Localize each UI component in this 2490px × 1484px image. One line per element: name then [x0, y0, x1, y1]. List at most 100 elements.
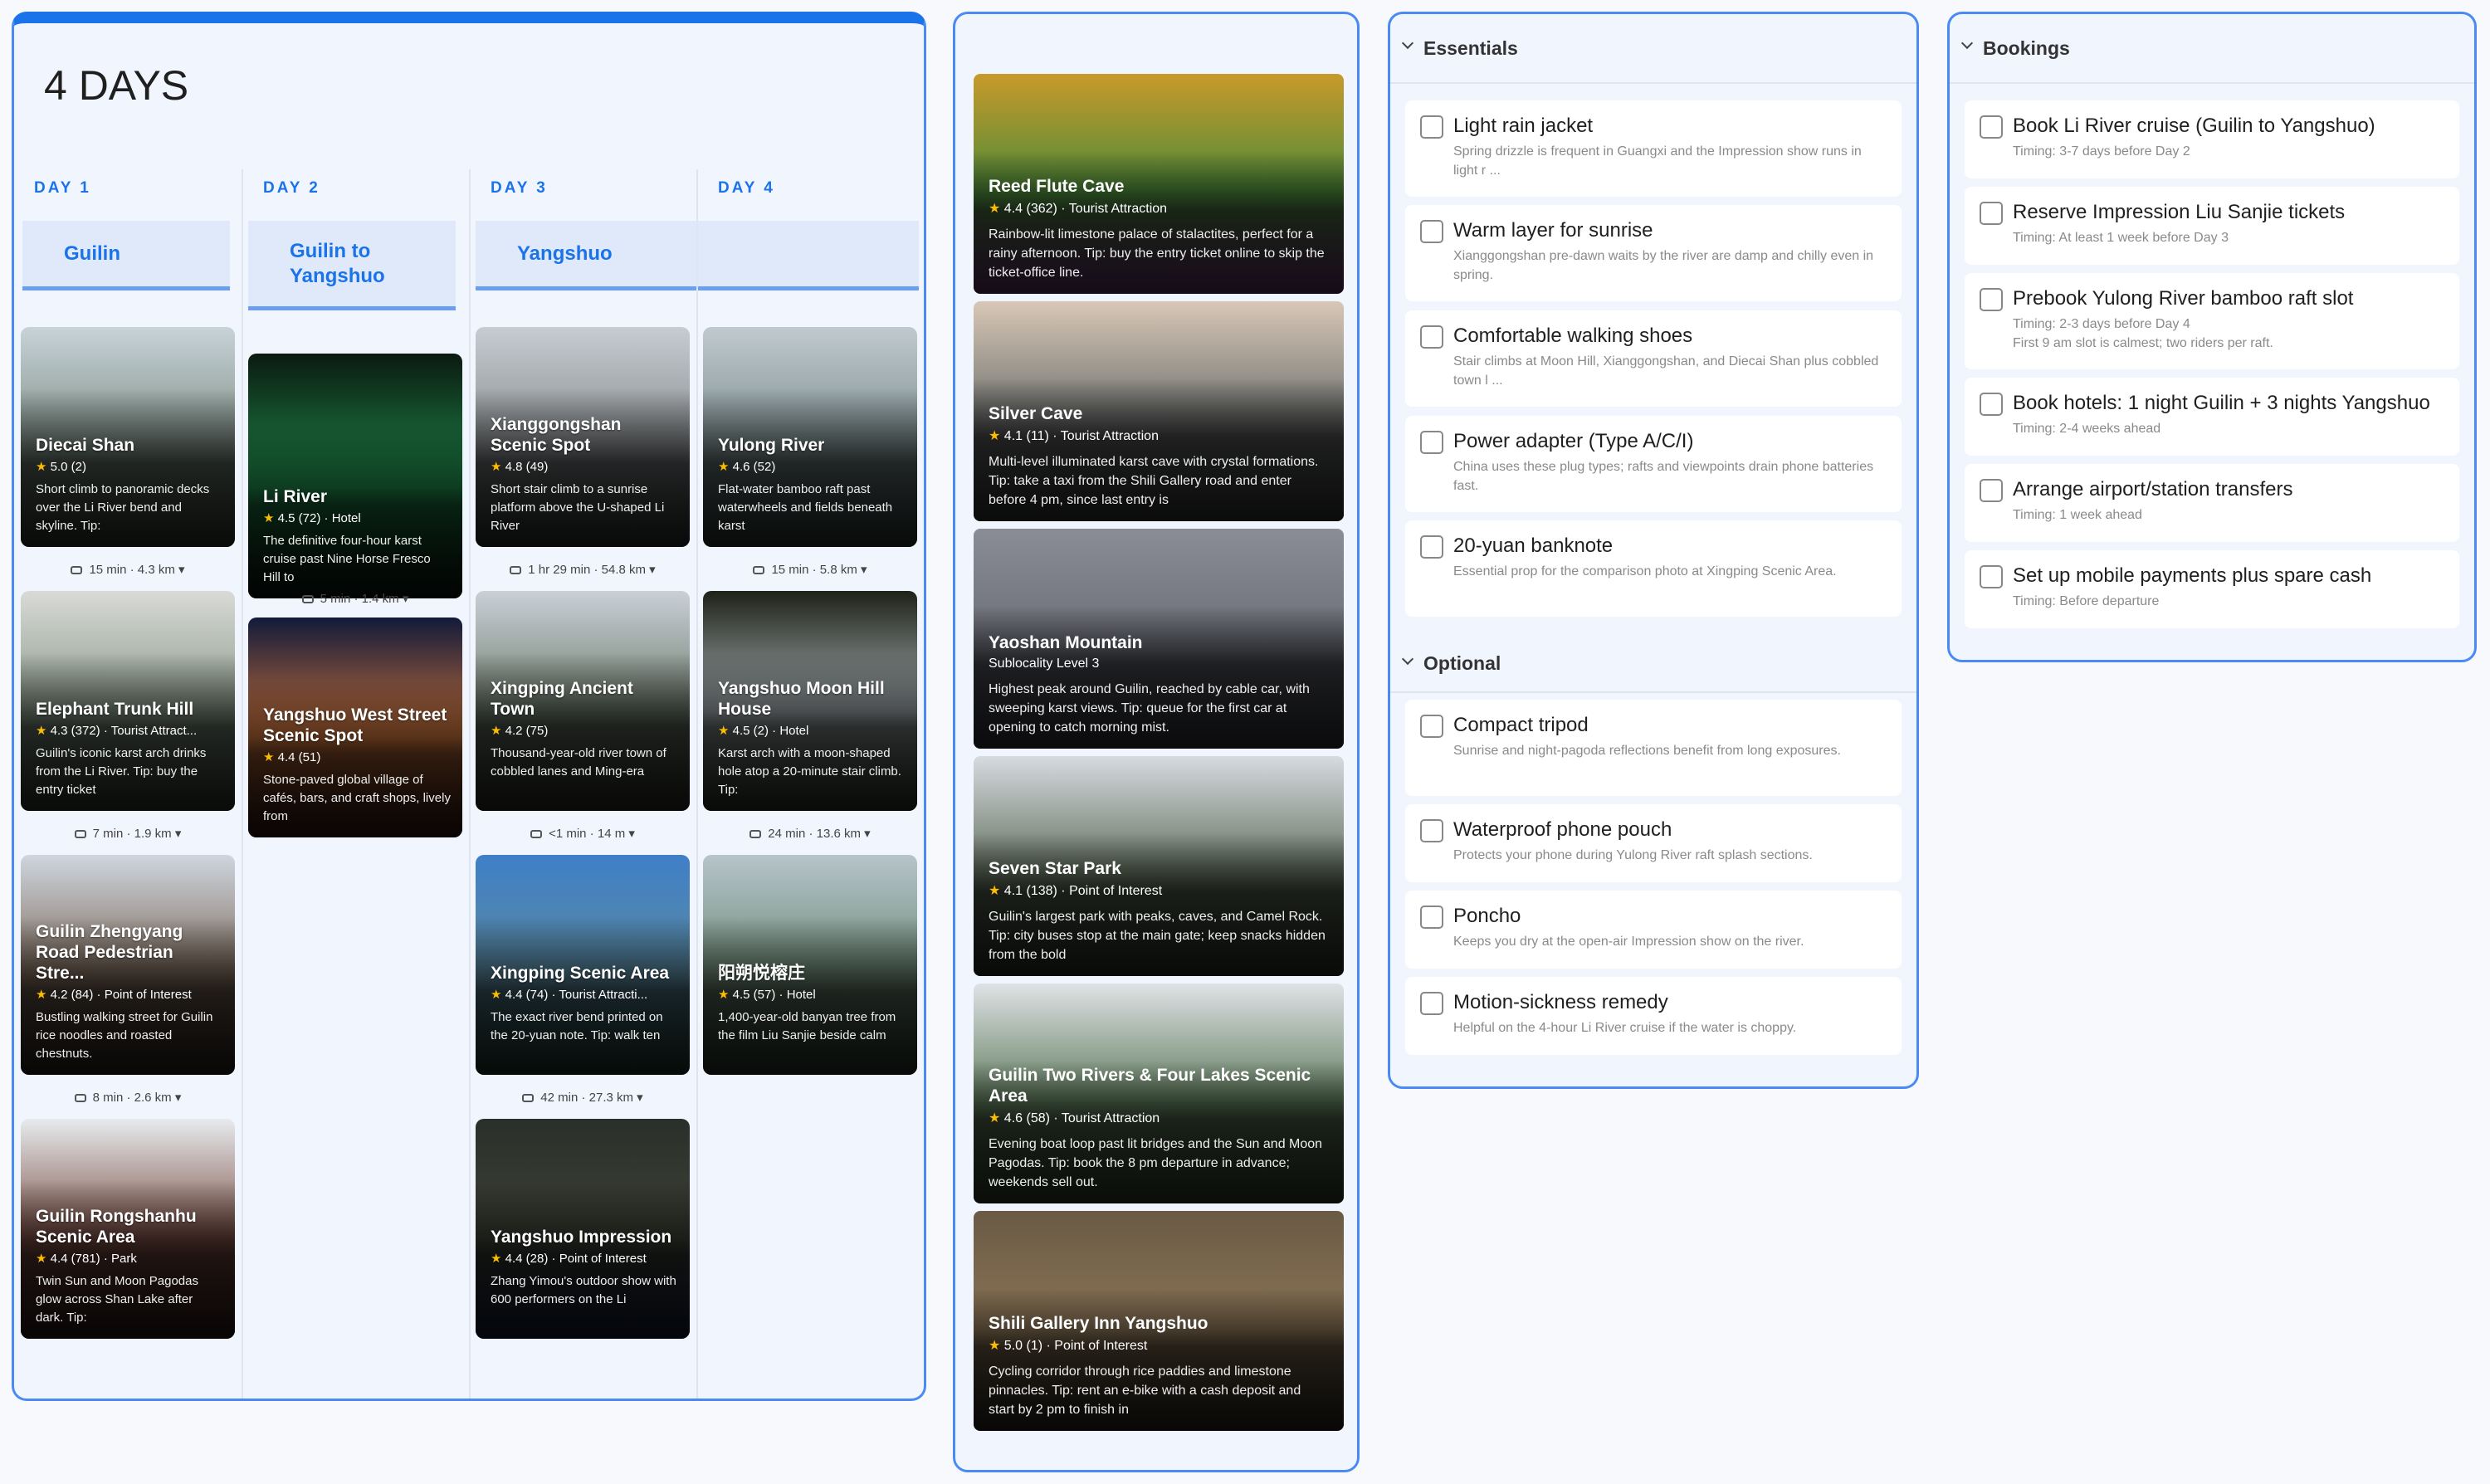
- day-label: DAY 1: [34, 179, 91, 197]
- checkbox[interactable]: [1420, 992, 1443, 1015]
- suggestion-card[interactable]: Seven Star Park ★ 4.1 (138) · Point of In…: [974, 756, 1344, 976]
- item-title: Light rain jacket: [1453, 115, 1594, 137]
- place-card[interactable]: Xingping Scenic Area ★ 4.4 (74) · Tourist…: [476, 855, 690, 1075]
- place-meta: ★ 4.2 (75): [491, 723, 678, 738]
- region-header[interactable]: Guilin: [22, 221, 230, 290]
- checklist-item[interactable]: Book Li River cruise (Guilin to Yangshuo…: [1965, 100, 2459, 178]
- review-count: (372): [71, 724, 100, 738]
- place-card[interactable]: Li River ★ 4.5 (72) · Hotel The definitive…: [248, 354, 462, 598]
- travel-info[interactable]: 15 min · 4.3 km ▾: [21, 562, 235, 577]
- place-card[interactable]: Guilin Rongshanhu Scenic Area ★ 4.4 (781)…: [21, 1119, 235, 1339]
- checkbox[interactable]: [1980, 288, 2003, 311]
- place-card[interactable]: Yangshuo Moon Hill House ★ 4.5 (2) · Hote…: [703, 591, 917, 811]
- place-card[interactable]: Xianggongshan Scenic Spot ★ 4.8 (49) Short…: [476, 327, 690, 547]
- rating: 4.4: [505, 1252, 523, 1266]
- item-title: Waterproof phone pouch: [1453, 818, 1672, 841]
- checklist-item[interactable]: Set up mobile payments plus spare cash Ti…: [1965, 550, 2459, 628]
- place-card[interactable]: Yulong River ★ 4.6 (52) Flat-water bamboo …: [703, 327, 917, 547]
- checklist-item[interactable]: Comfortable walking shoes Stair climbs at…: [1405, 310, 1902, 407]
- item-subtitle: Timing: 1 week ahead: [2013, 508, 2142, 522]
- item-subtitle: Helpful on the 4-hour Li River cruise if…: [1453, 1021, 1797, 1035]
- suggestion-card[interactable]: Silver Cave ★ 4.1 (11) · Tourist Attracti…: [974, 301, 1344, 521]
- essentials-header[interactable]: Essentials: [1390, 14, 1916, 84]
- place-name: Yaoshan Mountain: [989, 633, 1143, 652]
- star-icon: ★: [989, 202, 1001, 216]
- travel-info[interactable]: 8 min · 2.6 km ▾: [21, 1090, 235, 1105]
- checklist-item[interactable]: Poncho Keeps you dry at the open-air Impr…: [1405, 891, 1902, 969]
- travel-info[interactable]: <1 min · 14 m ▾: [476, 826, 690, 841]
- checklist-item[interactable]: Power adapter (Type A/C/I) China uses the…: [1405, 416, 1902, 512]
- place-card[interactable]: Yangshuo West Street Scenic Spot ★ 4.4 (5…: [248, 618, 462, 837]
- rating: 4.4: [1003, 202, 1023, 216]
- checkbox[interactable]: [1420, 325, 1443, 349]
- checklist-item[interactable]: Prebook Yulong River bamboo raft slot Tim…: [1965, 273, 2459, 369]
- checkbox[interactable]: [1420, 906, 1443, 929]
- card-text: Guilin Zhengyang Road Pedestrian Stre...…: [36, 921, 223, 1063]
- review-count: (72): [298, 511, 321, 525]
- review-count: (2): [753, 724, 769, 738]
- place-name: Li River: [263, 487, 328, 506]
- travel-text: 5 min · 1.4 km: [320, 592, 399, 606]
- travel-info[interactable]: 5 min · 1.4 km ▾: [248, 591, 462, 606]
- checklist-item[interactable]: Motion-sickness remedy Helpful on the 4-h…: [1405, 977, 1902, 1055]
- checkbox[interactable]: [1420, 220, 1443, 243]
- travel-info[interactable]: 42 min · 27.3 km ▾: [476, 1090, 690, 1105]
- checkbox[interactable]: [1980, 565, 2003, 588]
- travel-info[interactable]: 7 min · 1.9 km ▾: [21, 826, 235, 841]
- day-column-3: DAY 3 Yangshuo Xianggongshan Scenic Spot…: [469, 169, 919, 1399]
- checkbox[interactable]: [1980, 115, 2003, 139]
- place-card[interactable]: Elephant Trunk Hill ★ 4.3 (372) · Tourist…: [21, 591, 235, 811]
- checkbox[interactable]: [1420, 535, 1443, 559]
- checklist-item[interactable]: Warm layer for sunrise Xianggongshan pre-…: [1405, 205, 1902, 301]
- checkbox[interactable]: [1420, 431, 1443, 454]
- travel-info[interactable]: 15 min · 5.8 km ▾: [703, 562, 917, 577]
- checkbox[interactable]: [1420, 115, 1443, 139]
- checklist-item[interactable]: Waterproof phone pouch Protects your phon…: [1405, 804, 1902, 882]
- item-title: Compact tripod: [1453, 714, 1589, 736]
- place-card[interactable]: Diecai Shan ★ 5.0 (2) Short climb to panor…: [21, 327, 235, 547]
- place-description: Karst arch with a moon-shaped hole atop …: [718, 746, 901, 797]
- place-card[interactable]: Guilin Zhengyang Road Pedestrian Stre...…: [21, 855, 235, 1075]
- suggestion-card[interactable]: Shili Gallery Inn Yangshuo ★ 5.0 (1) · Po…: [974, 1211, 1344, 1431]
- checklist-item[interactable]: Light rain jacket Spring drizzle is frequ…: [1405, 100, 1902, 197]
- checkbox[interactable]: [1980, 202, 2003, 225]
- checkbox[interactable]: [1420, 715, 1443, 738]
- car-icon: [71, 566, 83, 574]
- checklist-item[interactable]: Compact tripod Sunrise and night-pagoda r…: [1405, 700, 1902, 796]
- place-description: Cycling corridor through rice paddies an…: [989, 1364, 1301, 1417]
- checkbox[interactable]: [1980, 393, 2003, 416]
- travel-text: 8 min · 2.6 km: [92, 1091, 172, 1105]
- place-meta: ★ 4.3 (372) · Tourist Attract...: [36, 724, 198, 738]
- place-description: Short climb to panoramic decks over the …: [36, 482, 210, 533]
- place-meta: ★ 4.1 (11) · Tourist Attraction: [989, 429, 1159, 443]
- checklist-item[interactable]: Reserve Impression Liu Sanjie tickets Tim…: [1965, 187, 2459, 265]
- place-description: Bustling walking street for Guilin rice …: [36, 1010, 213, 1061]
- review-count: (58): [1026, 1111, 1050, 1125]
- suggestion-card[interactable]: Yaoshan Mountain Sublocality Level 3 Highe…: [974, 529, 1344, 749]
- category: Sublocality Level 3: [989, 657, 1100, 671]
- optional-header[interactable]: Optional: [1390, 635, 1916, 693]
- place-card[interactable]: Xingping Ancient Town ★ 4.2 (75) Thousand-…: [476, 591, 690, 811]
- travel-info[interactable]: 1 hr 29 min · 54.8 km ▾: [476, 562, 690, 577]
- card-text: Xingping Scenic Area ★ 4.4 (74) · Tourist…: [491, 963, 678, 1063]
- place-card[interactable]: Yangshuo Impression ★ 4.4 (28) · Point of…: [476, 1119, 690, 1339]
- checklist-item[interactable]: 20-yuan banknote Essential prop for the c…: [1405, 520, 1902, 617]
- checkbox[interactable]: [1980, 479, 2003, 502]
- place-description: Short stair climb to a sunrise platform …: [491, 482, 665, 533]
- travel-info[interactable]: 24 min · 13.6 km ▾: [703, 826, 917, 841]
- place-meta: ★ 5.0 (2): [36, 459, 223, 474]
- checkbox[interactable]: [1420, 819, 1443, 842]
- place-meta: ★ 4.4 (362) · Tourist Attraction: [989, 202, 1168, 216]
- review-count: (51): [298, 750, 321, 764]
- travel-text: 15 min · 4.3 km: [89, 563, 175, 577]
- category: Tourist Attraction: [1061, 1111, 1160, 1125]
- place-card[interactable]: 阳朔悦榕庄 ★ 4.5 (57) · Hotel 1,400-year-old ba…: [703, 855, 917, 1075]
- card-text: Elephant Trunk Hill ★ 4.3 (372) · Tourist…: [36, 699, 223, 799]
- suggestion-card[interactable]: Reed Flute Cave ★ 4.4 (362) · Tourist Att…: [974, 74, 1344, 294]
- checklist-item[interactable]: Book hotels: 1 night Guilin + 3 nights Y…: [1965, 378, 2459, 456]
- checklist-item[interactable]: Arrange airport/station transfers Timing:…: [1965, 464, 2459, 542]
- bookings-header[interactable]: Bookings: [1950, 14, 2474, 84]
- region-header[interactable]: Guilin to Yangshuo: [248, 221, 456, 310]
- item-title: Warm layer for sunrise: [1453, 219, 1653, 242]
- suggestion-card[interactable]: Guilin Two Rivers & Four Lakes Scenic Ar…: [974, 984, 1344, 1203]
